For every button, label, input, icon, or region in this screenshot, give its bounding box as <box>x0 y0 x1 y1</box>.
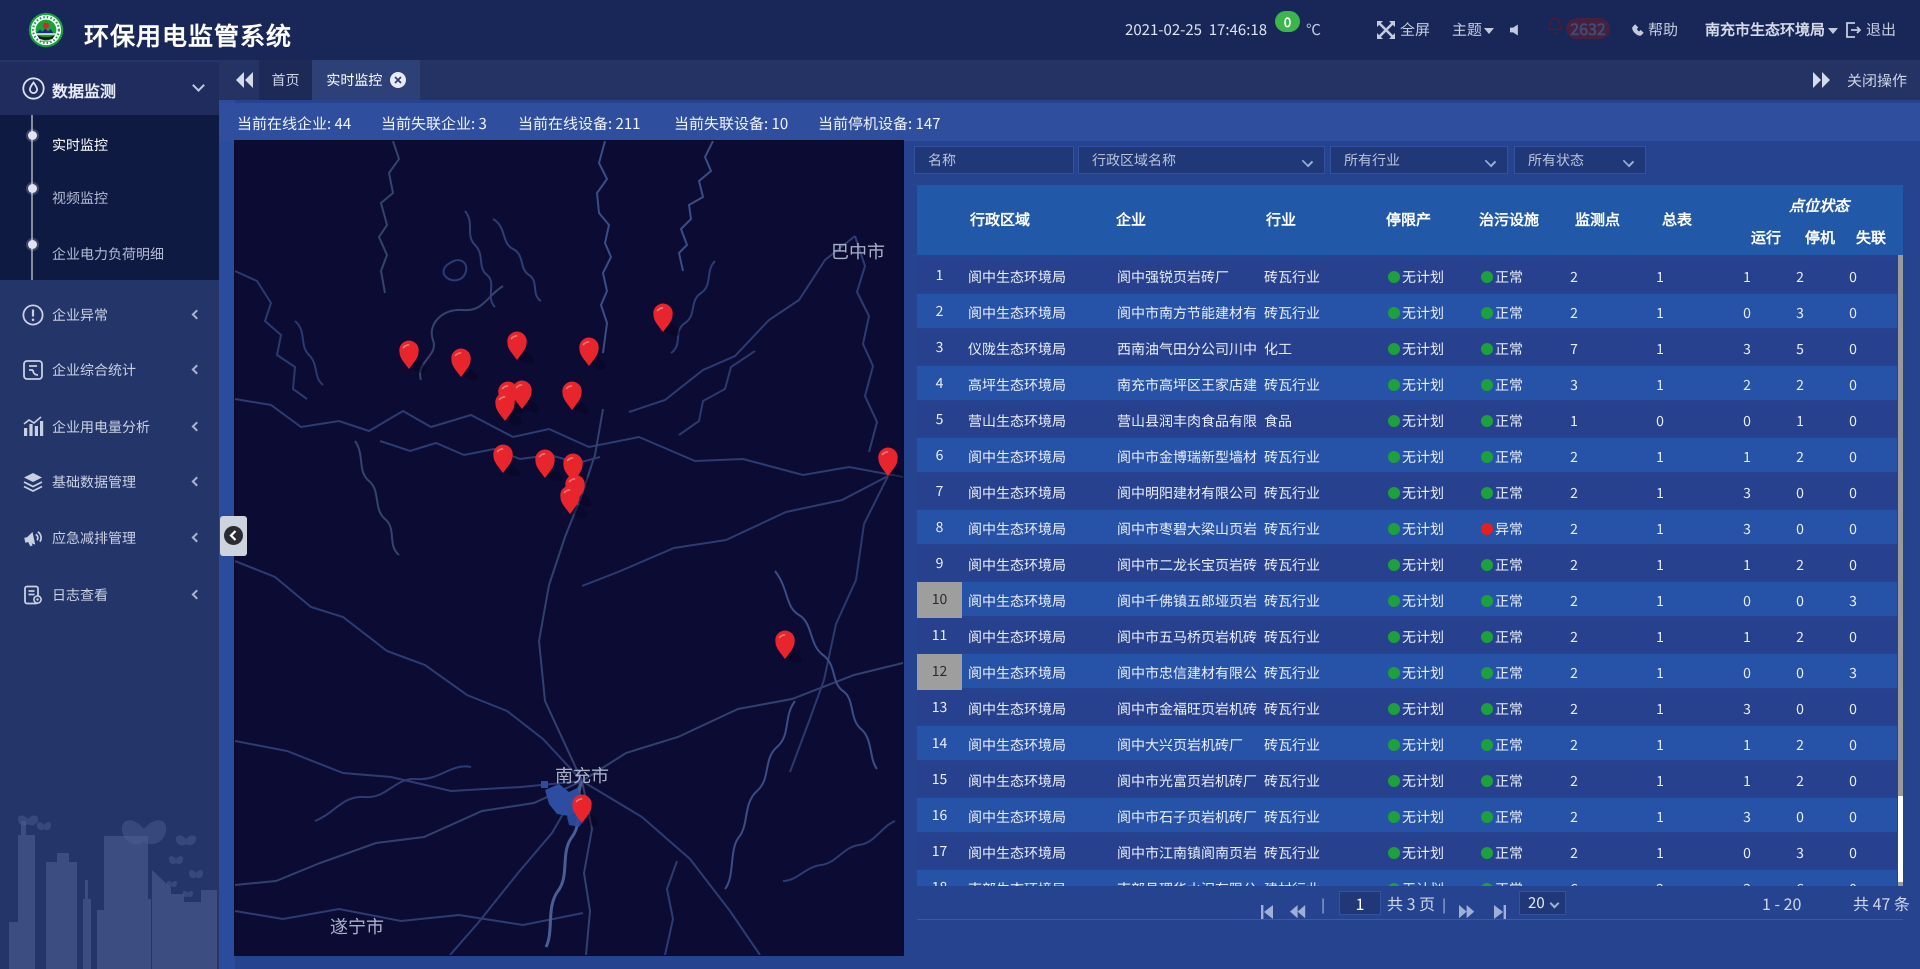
svg-text:遂宁市: 遂宁市 <box>330 913 384 939</box>
svg-text:巴中市: 巴中市 <box>831 238 885 264</box>
svg-text:南充市: 南充市 <box>555 762 609 788</box>
